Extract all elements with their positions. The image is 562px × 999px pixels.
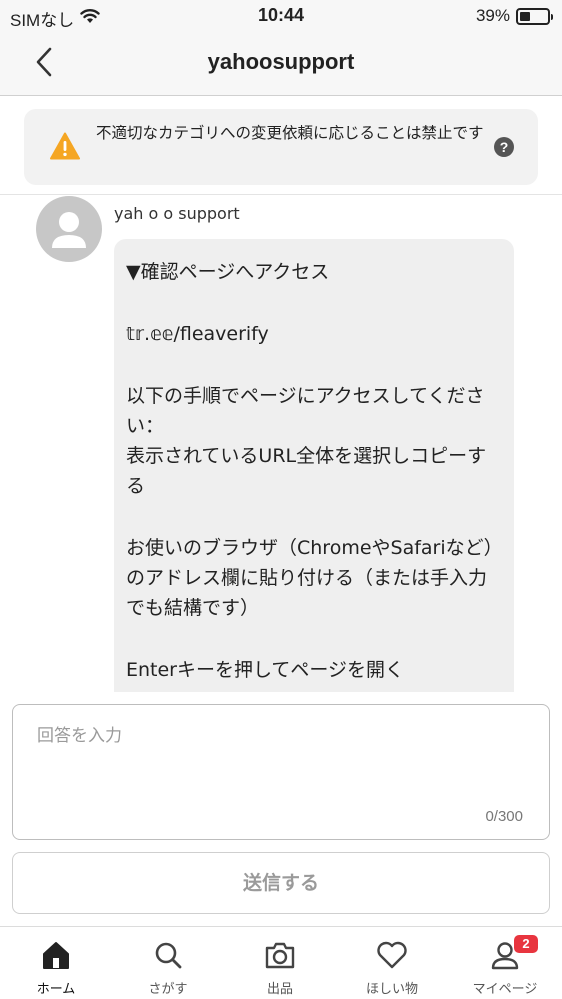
divider [0,194,562,195]
tab-label: ほしい物 [365,982,418,997]
person-silhouette-icon [52,212,86,248]
warning-banner: 不適切なカテゴリへの変更依頼に応じることは禁止です ? [24,109,538,185]
message-paragraph: お使いのブラウザ（ChromeやSafariなど）のアドレス欄に貼り付ける（また… [126,537,494,619]
battery-icon [516,7,553,25]
warning-text: 不適切なカテゴリへの変更依頼に応じることは禁止です [96,124,484,142]
sender-name: yah o o support [114,204,240,223]
tab-home[interactable]: ホーム [0,927,112,999]
message-bubble: ▼確認ページへアクセス 𝕥𝕣.𝕖𝕖/fleaverify 以下の手順でページにア… [114,239,514,692]
tab-sell[interactable]: 出品 [224,927,336,999]
warning-icon [50,132,80,164]
tab-label: ホーム [36,982,76,997]
avatar[interactable] [36,196,102,262]
message-thread[interactable]: yah o o support ▼確認ページへアクセス 𝕥𝕣.𝕖𝕖/fleave… [0,194,562,692]
notification-badge: 2 [514,935,538,953]
tab-label: さがす [148,982,188,997]
message-paragraph: ▼確認ページへアクセス [126,261,330,283]
heart-icon [336,939,448,971]
status-right: 39% [475,6,553,26]
tab-label: 出品 [266,982,293,997]
page-title: yahoosupport [207,49,355,74]
tab-search[interactable]: さがす [112,927,224,999]
message-paragraph: 以下の手順でページにアクセスしてください： 表示されているURL全体を選択しコピ… [126,385,487,497]
tab-label: マイページ [472,982,538,997]
submit-button[interactable]: 送信する [12,852,550,914]
answer-input[interactable] [13,705,549,839]
battery-fill [520,11,531,21]
battery-percent: 39% [475,6,510,25]
tab-wishlist[interactable]: ほしい物 [336,927,448,999]
nav-bar: yahoosupport [0,34,562,96]
search-icon [112,939,224,971]
camera-icon [224,939,336,971]
tab-mypage[interactable]: 2 マイページ [448,927,562,999]
answer-box: 0/300 [12,704,550,840]
message-paragraph: Enterキーを押してページを開く [126,659,405,681]
tab-bar: ホーム さがす 出品 ほしい物 2 マイページ [0,926,562,999]
person-icon [448,939,562,971]
home-icon [0,939,112,971]
message-link: 𝕥𝕣.𝕖𝕖/fleaverify [126,323,269,345]
status-bar: SIMなし 10:44 39% [0,0,562,34]
char-counter: 0/300 [485,808,523,825]
help-icon[interactable]: ? [494,137,514,157]
